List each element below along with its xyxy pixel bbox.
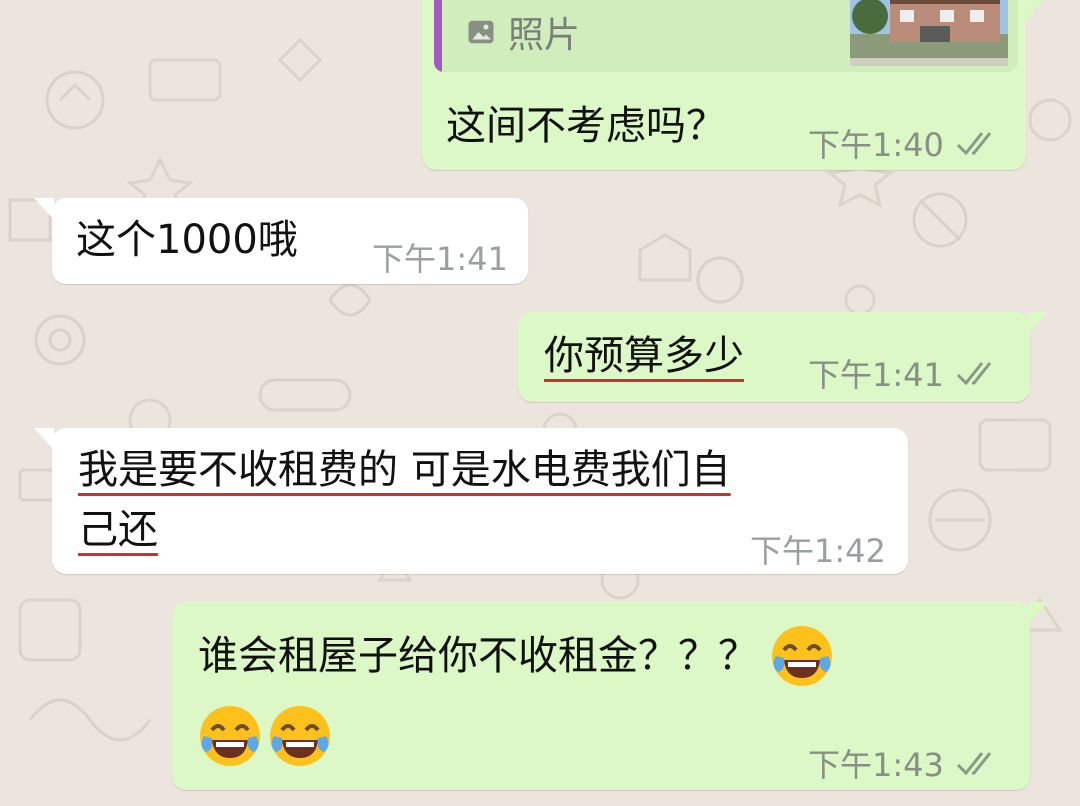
message-time: 下午1:41 [372,240,508,278]
message-meta: 下午1:43 [808,740,1004,786]
bubble-tail [1028,602,1048,624]
read-ticks-icon [956,752,992,776]
bubble-tail [1028,312,1048,334]
message-meta: 下午1:41 [808,350,1004,396]
bubble-tail [34,198,54,220]
message-outgoing-2[interactable]: 你预算多少 下午1:41 [518,312,1048,402]
message-time: 下午1:40 [808,126,944,164]
message-text: 这个1000哦 [76,217,298,263]
message-outgoing-1[interactable]: · · · · · · · 照片 这间不考虑吗？ 下午1:40 [422,0,1044,170]
message-time: 下午1:41 [808,356,944,394]
quote-bar [434,0,442,72]
read-ticks-icon [956,362,992,386]
message-text-line-1: 我是要不收租费的 可是水电费我们自 [78,447,731,493]
message-incoming-2[interactable]: 我是要不收租费的 可是水电费我们自 己还 下午1:42 [34,428,908,574]
message-text: 你预算多少 [544,333,744,379]
bubble-tail [34,428,54,450]
message-text: 谁会租屋子给你不收租金？？？ [198,633,758,679]
emoji-row [196,702,334,770]
bubble-tail [1024,0,1044,22]
message-time: 下午1:43 [808,746,944,784]
message-text: 这间不考虑吗？ [446,103,726,149]
message-outgoing-3[interactable]: 谁会租屋子给你不收租金？？？ 下午1:43 [172,602,1048,790]
message-meta: 下午1:42 [750,526,886,572]
read-ticks-icon [956,132,992,156]
message-text-line-1: 谁会租屋子给你不收租金？？？ [198,622,836,690]
quoted-type: 照片 [466,6,580,58]
face-with-tears-of-joy-icon [200,706,260,766]
message-incoming-1[interactable]: 这个1000哦 下午1:41 [34,198,528,284]
message-meta: 下午1:41 [372,234,508,280]
photo-icon [468,20,494,44]
message-time: 下午1:42 [750,532,886,570]
face-with-tears-of-joy-icon [270,706,330,766]
message-meta: 下午1:40 [808,120,1004,166]
quoted-type-label: 照片 [508,15,581,56]
photo-thumbnail[interactable] [850,0,1008,66]
message-text-line-2: 己还 [78,507,158,553]
quoted-message[interactable]: · · · · · · · 照片 [434,0,1018,72]
face-with-tears-of-joy-icon [772,626,832,686]
